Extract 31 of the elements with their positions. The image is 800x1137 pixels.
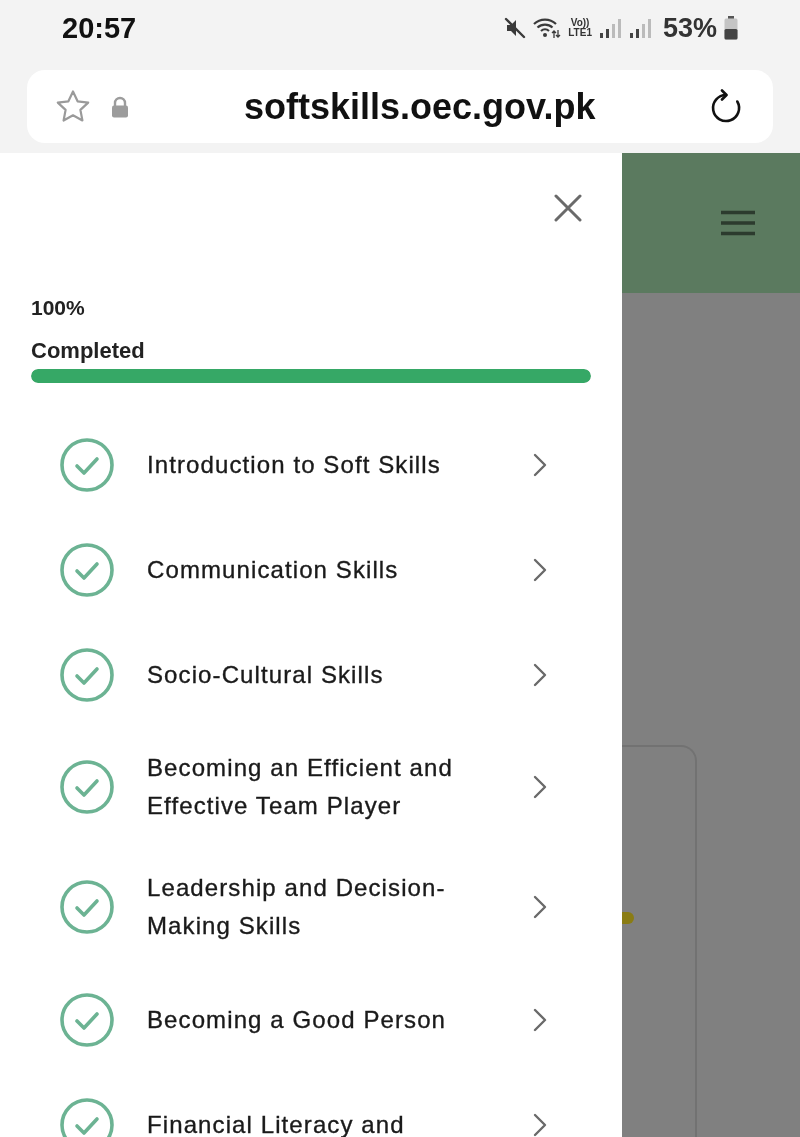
lesson-link[interactable]: Leadership and Decision-Making Skills [147, 869, 482, 945]
url-text[interactable]: softskills.oec.gov.pk [244, 85, 596, 128]
chevron-right-icon[interactable] [533, 662, 547, 687]
menu-icon [720, 210, 756, 236]
battery-icon [724, 16, 738, 40]
chevron-right-icon[interactable] [533, 1007, 547, 1032]
signal-icon [628, 17, 652, 39]
close-button[interactable] [554, 194, 582, 222]
chevron-right-icon[interactable] [533, 895, 547, 919]
chevron-right-icon[interactable] [533, 557, 547, 582]
lesson-link[interactable]: Becoming a Good Person [147, 1000, 482, 1039]
lesson-link[interactable]: Communication Skills [147, 550, 482, 589]
chevron-right-icon[interactable] [533, 1112, 547, 1137]
network-label: LTE1 [568, 28, 592, 38]
clock-time: 20:57 [62, 11, 137, 45]
wifi-icon [533, 17, 562, 39]
signal-icon [598, 17, 622, 39]
progress-label: Completed [31, 339, 146, 363]
chevron-right-icon[interactable] [533, 775, 547, 799]
lock-icon [111, 95, 129, 118]
chevron-right-icon[interactable] [533, 452, 547, 477]
star-icon[interactable] [55, 88, 91, 125]
close-icon [554, 194, 582, 222]
progress-percentage: 100% [31, 296, 86, 320]
network-label: Vo)) [570, 18, 590, 28]
lesson-link[interactable]: Financial Literacy and [147, 1105, 482, 1137]
lesson-link[interactable]: Introduction to Soft Skills [147, 445, 482, 484]
lesson-link[interactable]: Becoming an Efficient and Effective Team Player [147, 749, 482, 825]
battery-percentage: 53% [662, 12, 717, 44]
lesson-link[interactable]: Socio-Cultural Skills [147, 655, 482, 694]
mute-icon [504, 17, 527, 39]
